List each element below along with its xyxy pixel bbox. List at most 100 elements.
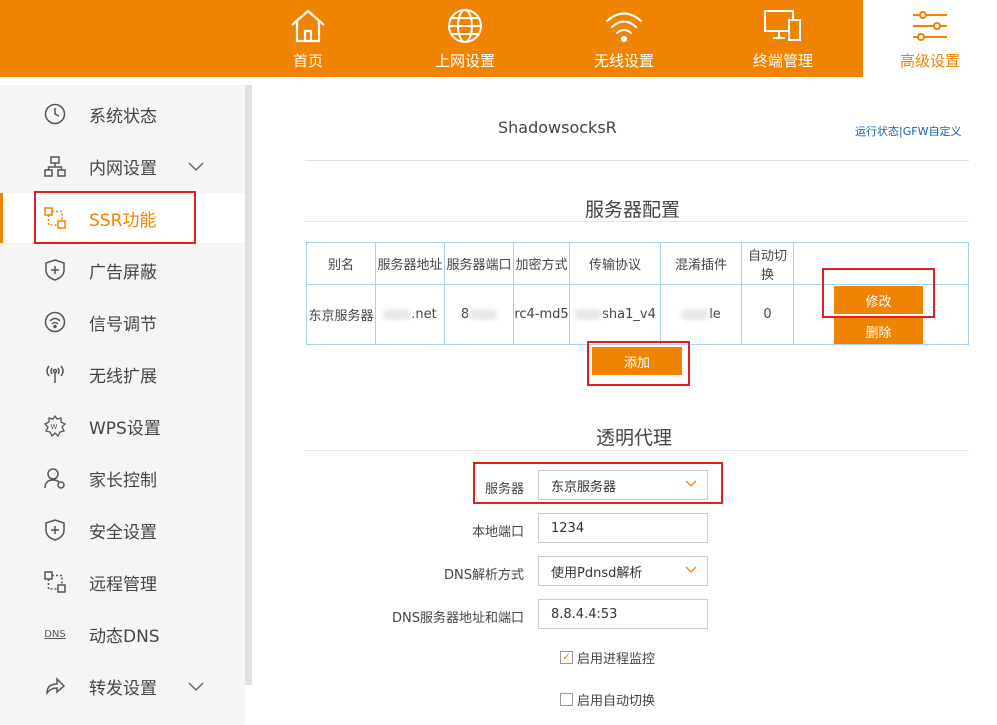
link-run-status[interactable]: 运行状态: [855, 125, 899, 138]
cell-port-text: 8: [460, 307, 470, 322]
parent-icon: [43, 466, 67, 490]
monitor-checkbox-label: 启用进程监控: [577, 652, 656, 667]
checkbox-box[interactable]: ✓: [560, 651, 573, 664]
autoswitch-checkbox[interactable]: 启用自动切换: [560, 690, 655, 709]
nav-wireless-label: 无线设置: [593, 52, 654, 70]
cell-alias: 东京服务器: [306, 284, 376, 345]
nav-advanced-label: 高级设置: [899, 52, 960, 70]
main-content: [252, 85, 997, 725]
redacted-blur: [469, 309, 498, 320]
svg-text:W: W: [51, 423, 58, 431]
cell-obfs: le: [660, 284, 742, 345]
sidebar-item-wireless-extend[interactable]: 无线扩展: [0, 349, 245, 399]
highlight-ssr: [34, 191, 196, 244]
nav-separator: [0, 77, 997, 85]
cell-encryption: rc4-md5: [513, 284, 570, 345]
active-indicator: [0, 193, 3, 243]
redacted-blur: [383, 309, 412, 320]
highlight-add: [587, 341, 690, 386]
section-transparent-proxy: 透明代理: [596, 427, 673, 449]
redacted-blur: [681, 309, 710, 320]
link-gfw-custom[interactable]: GFW自定义: [903, 125, 962, 138]
column-header: 加密方式: [513, 242, 570, 285]
globe-icon: [445, 7, 485, 45]
redacted-blur: [574, 309, 603, 320]
nav-internet[interactable]: 上网设置: [425, 0, 505, 77]
monitor-checkbox[interactable]: ✓ 启用进程监控: [560, 648, 655, 667]
cell-protocol-text: sha1_v4: [602, 307, 656, 322]
chevron-down-icon[interactable]: [188, 677, 204, 696]
column-header: 传输协议: [569, 242, 661, 285]
highlight-server-select: [473, 462, 723, 504]
checkbox-box[interactable]: [560, 693, 573, 706]
network-icon: [43, 154, 67, 178]
cell-address-text: .net: [411, 307, 437, 322]
cell-address: .net: [375, 284, 445, 345]
sidebar-item-adblock[interactable]: 广告屏蔽: [0, 245, 245, 295]
shield-plus-icon: [43, 258, 67, 282]
delete-button[interactable]: 删除: [834, 318, 923, 344]
server-divider: [305, 221, 969, 222]
sidebar-scrollbar[interactable]: [245, 85, 252, 685]
cell-auto-switch: 0: [741, 284, 794, 345]
sidebar-item-signal[interactable]: 信号调节: [0, 297, 245, 347]
nav-home[interactable]: 首页: [268, 0, 348, 77]
column-header: 别名: [306, 242, 376, 285]
sidebar-item-label: 转发设置: [89, 678, 157, 699]
sidebar-item-ddns[interactable]: DNS 动态DNS: [0, 609, 245, 659]
nav-devices-label: 终端管理: [752, 52, 813, 70]
sidebar-item-label: 远程管理: [89, 574, 157, 595]
page-title: ShadowsocksR: [498, 118, 617, 137]
clock-icon: [43, 102, 67, 126]
cell-port: 8: [444, 284, 514, 345]
sidebar-item-label: 信号调节: [89, 314, 157, 335]
nav-advanced[interactable]: 高级设置: [863, 0, 997, 82]
sliders-icon: [910, 7, 950, 45]
column-header: 混淆插件: [660, 242, 742, 285]
sidebar-item-label: 无线扩展: [89, 366, 157, 387]
highlight-edit: [822, 268, 935, 318]
sidebar-item-label: 广告屏蔽: [89, 262, 157, 283]
column-header: 自动切换: [741, 242, 794, 285]
cell-obfs-text: le: [709, 307, 721, 322]
devices-icon: [763, 7, 803, 45]
dns-server-input[interactable]: 8.8.4.4:53: [538, 599, 708, 629]
wifi-icon: [604, 7, 644, 45]
column-header: 服务器地址: [375, 242, 445, 285]
dns-icon: DNS: [44, 628, 66, 640]
nav-home-label: 首页: [292, 52, 323, 70]
dns-server-label: DNS服务器地址和端口: [392, 611, 524, 626]
sidebar-item-forwarding[interactable]: 转发设置: [0, 661, 245, 711]
remote-icon: [43, 570, 67, 594]
dns-mode-value: 使用Pdnsd解析: [551, 565, 643, 581]
column-header: 服务器端口: [444, 242, 514, 285]
nav-devices[interactable]: 终端管理: [743, 0, 823, 77]
sidebar-item-remote[interactable]: 远程管理: [0, 557, 245, 607]
dns-mode-select[interactable]: 使用Pdnsd解析: [538, 556, 708, 586]
security-icon: [43, 518, 67, 542]
dns-mode-label: DNS解析方式: [444, 568, 524, 583]
chevron-down-icon: [685, 563, 697, 577]
local-port-input[interactable]: 1234: [538, 513, 708, 543]
sidebar-item-label: 系统状态: [89, 106, 157, 127]
nav-internet-label: 上网设置: [434, 52, 495, 70]
signal-icon: [43, 310, 67, 334]
sidebar-item-label: 安全设置: [89, 522, 157, 543]
chevron-down-icon[interactable]: [188, 157, 204, 176]
local-port-label: 本地端口: [471, 525, 524, 540]
sidebar-item-label: 内网设置: [89, 158, 157, 179]
home-icon: [288, 7, 328, 45]
sidebar-item-parental[interactable]: 家长控制: [0, 453, 245, 503]
sidebar-item-label: 家长控制: [89, 470, 157, 491]
title-divider: [305, 160, 969, 161]
forward-icon: [43, 674, 67, 698]
sidebar-item-system-status[interactable]: 系统状态: [0, 89, 245, 139]
proxy-divider: [305, 450, 969, 451]
sidebar-item-security[interactable]: 安全设置: [0, 505, 245, 555]
top-links: 运行状态|GFW自定义: [855, 123, 961, 139]
sidebar-item-lan-settings[interactable]: 内网设置: [0, 141, 245, 191]
sidebar-item-wps[interactable]: W WPS设置: [0, 401, 245, 451]
autoswitch-checkbox-label: 启用自动切换: [577, 694, 656, 709]
wireless-extend-icon: [43, 362, 67, 386]
nav-wireless[interactable]: 无线设置: [584, 0, 664, 77]
